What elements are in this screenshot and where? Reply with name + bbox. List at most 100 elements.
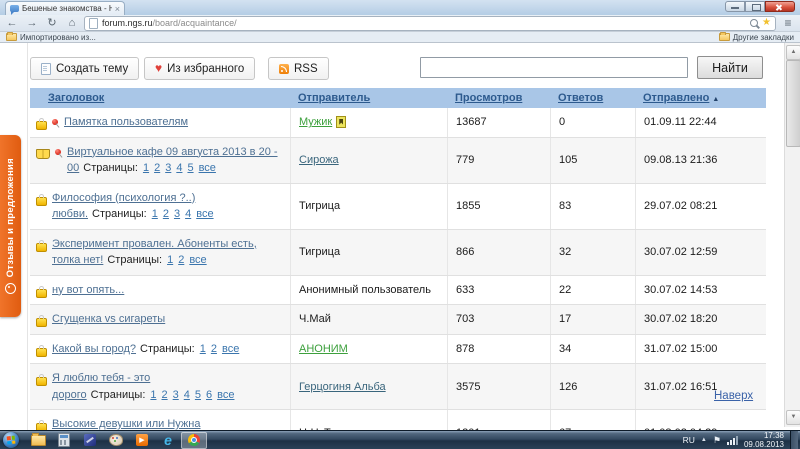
feedback-tab-label: Отзывы и предложения — [5, 158, 16, 277]
feedback-tab[interactable]: Отзывы и предложения — [0, 135, 21, 317]
lock-icon — [36, 243, 47, 252]
header-sent-link[interactable]: Отправлено — [643, 92, 709, 104]
scroll-down-button[interactable]: ▼ — [786, 410, 800, 425]
topic-cell: Сгущенка vs сигареты — [30, 305, 290, 334]
search-icon[interactable] — [750, 19, 758, 27]
scrollbar[interactable]: ▲ ▼ — [784, 43, 800, 427]
back-to-top-link[interactable]: Наверх — [714, 390, 753, 402]
sender-link: Анонимный пользователь — [299, 284, 431, 296]
tray-date: 09.08.2013 — [744, 440, 784, 449]
menu-icon[interactable]: ≡ — [780, 16, 796, 30]
page-link[interactable]: 1 — [143, 162, 149, 174]
chat-bubble-icon — [5, 283, 16, 294]
topic-link[interactable]: Сгущенка vs сигареты — [52, 313, 165, 325]
language-indicator[interactable]: RU — [683, 435, 695, 445]
create-topic-label: Создать тему — [56, 63, 128, 75]
all-pages-link[interactable]: все — [217, 389, 234, 401]
page-link[interactable]: 5 — [187, 162, 193, 174]
badge-icon — [336, 116, 346, 128]
page-link[interactable]: 1 — [152, 208, 158, 220]
page-link[interactable]: 2 — [163, 208, 169, 220]
pages-nav: Страницы:12все — [103, 254, 206, 266]
all-pages-link[interactable]: все — [196, 208, 213, 220]
page-link[interactable]: 4 — [176, 162, 182, 174]
page-link[interactable]: 2 — [178, 254, 184, 266]
forum-page: Отзывы и предложения Создать тему ♥ Из и… — [0, 43, 800, 430]
clock[interactable]: 17:38 09.08.2013 — [744, 431, 784, 449]
sender-link[interactable]: АНОНИМ — [299, 343, 348, 355]
browser-tab[interactable]: Бешеные знакомства - Н × — [5, 1, 125, 15]
all-pages-link[interactable]: все — [199, 162, 216, 174]
address-bar[interactable]: forum.ngs.ru/board/acquaintance/ ★ — [84, 16, 776, 31]
topic-link[interactable]: Какой вы город? — [52, 343, 136, 355]
all-pages-link[interactable]: все — [222, 343, 239, 355]
taskbar-mediaplayer-button[interactable]: ▶ — [129, 432, 155, 449]
pin-icon — [55, 149, 61, 155]
bookmark-other[interactable]: Другие закладки — [719, 33, 794, 42]
page-links: 12 все — [162, 254, 207, 266]
page-link[interactable]: 3 — [174, 208, 180, 220]
sender-link[interactable]: Мужик — [299, 116, 332, 128]
bookmark-imported[interactable]: Импортировано из... — [6, 33, 96, 42]
page-link[interactable]: 1 — [167, 254, 173, 266]
header-title-link[interactable]: Заголовок — [48, 92, 104, 104]
show-desktop-button[interactable] — [790, 431, 798, 449]
page-link[interactable]: 1 — [150, 389, 156, 401]
page-link[interactable]: 2 — [154, 162, 160, 174]
forward-button[interactable]: → — [24, 16, 40, 30]
bookmark-star-icon[interactable]: ★ — [762, 18, 771, 28]
scroll-up-button[interactable]: ▲ — [786, 45, 800, 60]
page-link[interactable]: 3 — [165, 162, 171, 174]
header-sender-link[interactable]: Отправитель — [298, 92, 370, 104]
minimize-button[interactable] — [725, 1, 745, 12]
sender-cell: Тигрица — [290, 184, 447, 229]
sender-link[interactable]: Сирожа — [299, 154, 339, 166]
topic-link[interactable]: ну вот опять... — [52, 284, 124, 296]
header-views: Просмотров — [447, 92, 550, 104]
page-link[interactable]: 4 — [184, 389, 190, 401]
taskbar-ie-button[interactable]: e — [155, 432, 181, 449]
taskbar-chrome-button[interactable] — [181, 432, 207, 449]
all-pages-link[interactable]: все — [189, 254, 206, 266]
back-button[interactable]: ← — [4, 16, 20, 30]
views-cell: 866 — [447, 230, 550, 275]
create-topic-button[interactable]: Создать тему — [30, 57, 139, 80]
action-center-icon[interactable]: ⚑ — [713, 435, 721, 445]
taskbar-paint-button[interactable] — [103, 432, 129, 449]
page-link[interactable]: 3 — [173, 389, 179, 401]
bookmarks-bar: Импортировано из... Другие закладки — [0, 32, 800, 43]
tray-expand-icon[interactable]: ▲ — [701, 437, 707, 443]
scrollbar-thumb[interactable] — [786, 60, 800, 147]
taskbar-calculator-button[interactable] — [51, 432, 77, 449]
start-button[interactable] — [3, 432, 19, 448]
topic-link[interactable]: Памятка пользователям — [64, 116, 188, 128]
network-icon[interactable] — [727, 436, 738, 445]
search-input[interactable] — [420, 57, 688, 78]
page-link[interactable]: 6 — [206, 389, 212, 401]
search-button[interactable]: Найти — [697, 56, 763, 79]
maximize-button[interactable] — [745, 1, 765, 12]
replies-cell: 17 — [550, 305, 635, 334]
sender-link[interactable]: Герцогиня Альба — [299, 381, 386, 393]
sender-link: Тигрица — [299, 200, 340, 212]
page-link[interactable]: 4 — [185, 208, 191, 220]
table-row: ну вот опять... Анонимный пользователь 6… — [30, 276, 766, 306]
header-views-link[interactable]: Просмотров — [455, 92, 522, 104]
page-link[interactable]: 5 — [195, 389, 201, 401]
system-tray: RU ▲ ⚑ 17:38 09.08.2013 — [683, 431, 800, 449]
taskbar-moviemaker-button[interactable] — [77, 432, 103, 449]
header-replies-link[interactable]: Ответов — [558, 92, 603, 104]
page-link[interactable]: 2 — [162, 389, 168, 401]
page-link[interactable]: 2 — [211, 343, 217, 355]
date-cell: 30.07.02 12:59 — [635, 230, 766, 275]
page-link[interactable]: 1 — [200, 343, 206, 355]
table-row: Сгущенка vs сигареты Ч.Май 703 17 30.07.… — [30, 305, 766, 335]
table-header: Заголовок Отправитель Просмотров Ответов… — [30, 88, 766, 108]
favorites-button[interactable]: ♥ Из избранного — [144, 57, 255, 80]
reload-button[interactable]: ↻ — [44, 16, 60, 30]
tab-close-icon[interactable]: × — [115, 5, 120, 13]
home-button[interactable]: ⌂ — [64, 16, 80, 30]
taskbar-explorer-button[interactable] — [25, 432, 51, 449]
close-button[interactable] — [765, 1, 795, 12]
rss-button[interactable]: RSS — [268, 57, 329, 80]
